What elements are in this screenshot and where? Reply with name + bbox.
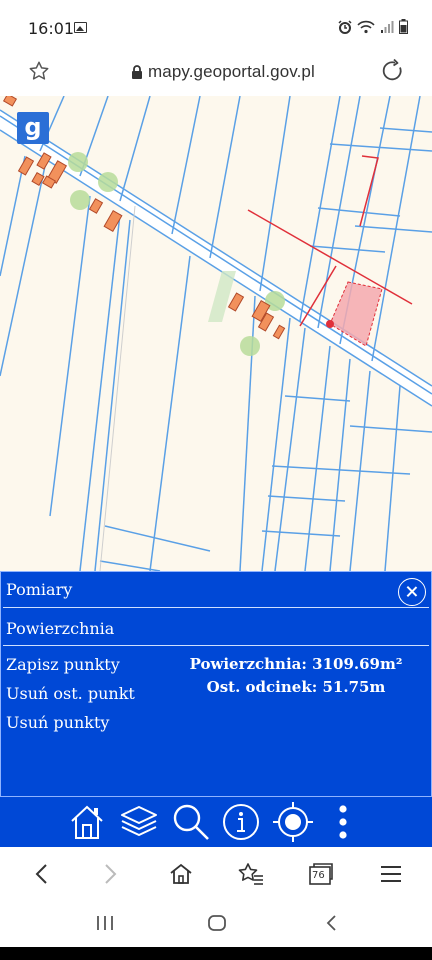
reload-icon[interactable]	[380, 58, 406, 84]
info-button[interactable]	[220, 801, 262, 843]
recent-apps-icon	[97, 916, 113, 930]
browser-home-button[interactable]	[166, 859, 196, 889]
home-outline-icon	[170, 863, 192, 884]
trees	[68, 152, 285, 356]
back-button[interactable]	[26, 859, 56, 889]
layers-button[interactable]	[118, 801, 160, 843]
url-text[interactable]: mapy.geoportal.gov.pl	[148, 62, 315, 82]
geoportal-logo: g	[17, 112, 49, 144]
bookmarks-button[interactable]	[236, 859, 266, 889]
locate-button[interactable]	[272, 801, 314, 843]
alarm-icon	[338, 19, 352, 34]
search-button[interactable]	[170, 801, 212, 843]
url-bar: mapy.geoportal.gov.pl	[0, 50, 432, 96]
chevron-right-icon	[105, 864, 117, 884]
gallery-notification-icon	[74, 22, 87, 33]
tab-count: 76	[312, 870, 325, 881]
home-button[interactable]	[66, 801, 108, 843]
bookmarks-star-icon	[238, 863, 263, 885]
status-bar: 16:01	[0, 0, 432, 50]
home-icon	[71, 805, 103, 839]
screen: 16:01 mapy.geoportal.gov.pl g Pomiary Po…	[0, 0, 432, 960]
system-back-button[interactable]	[316, 911, 346, 935]
green-strip	[208, 271, 236, 322]
remove-points-button[interactable]: Usuń punkty	[6, 713, 109, 732]
panel-divider	[3, 607, 429, 608]
battery-icon	[399, 19, 408, 34]
save-points-button[interactable]: Zapisz punkty	[6, 655, 120, 674]
menu-button[interactable]	[376, 859, 406, 889]
more-button[interactable]	[322, 801, 364, 843]
segment-result: Ost. odcinek: 51.75m	[206, 678, 386, 696]
map-view[interactable]: g	[0, 96, 432, 571]
lock-icon	[132, 65, 142, 79]
chevron-left-icon	[35, 864, 47, 884]
recent-apps-button[interactable]	[90, 911, 120, 935]
status-icons	[338, 19, 408, 34]
measurement-panel: Pomiary Powierzchnia Zapisz punkty Usuń …	[0, 571, 432, 797]
hamburger-menu-icon	[381, 866, 401, 882]
search-icon	[173, 804, 209, 840]
signal-icon	[381, 20, 394, 33]
tabs-button[interactable]: 76	[306, 859, 336, 889]
system-nav	[0, 899, 432, 947]
remove-last-point-button[interactable]: Usuń ost. punkt	[6, 684, 135, 703]
more-icon	[339, 805, 347, 839]
panel-subtitle: Powierzchnia	[6, 619, 115, 638]
map-toolbar	[0, 797, 432, 847]
measure-point[interactable]	[326, 320, 334, 328]
locate-icon	[273, 802, 313, 842]
layers-icon	[121, 806, 157, 836]
system-back-icon	[326, 915, 336, 931]
status-time: 16:01	[28, 19, 75, 38]
system-home-button[interactable]	[202, 911, 232, 935]
panel-divider	[3, 645, 429, 646]
panel-title: Pomiary	[6, 580, 73, 599]
bookmark-star-icon[interactable]	[28, 60, 50, 82]
system-home-icon	[208, 915, 226, 931]
road	[0, 110, 432, 406]
info-icon	[223, 804, 259, 840]
wifi-icon	[357, 20, 375, 33]
browser-nav: 76	[0, 847, 432, 899]
bottom-strip	[0, 947, 432, 960]
area-result: Powierzchnia: 3109.69m²	[189, 655, 403, 673]
close-icon[interactable]	[398, 578, 426, 606]
map-canvas[interactable]	[0, 96, 432, 571]
forward-button[interactable]	[96, 859, 126, 889]
